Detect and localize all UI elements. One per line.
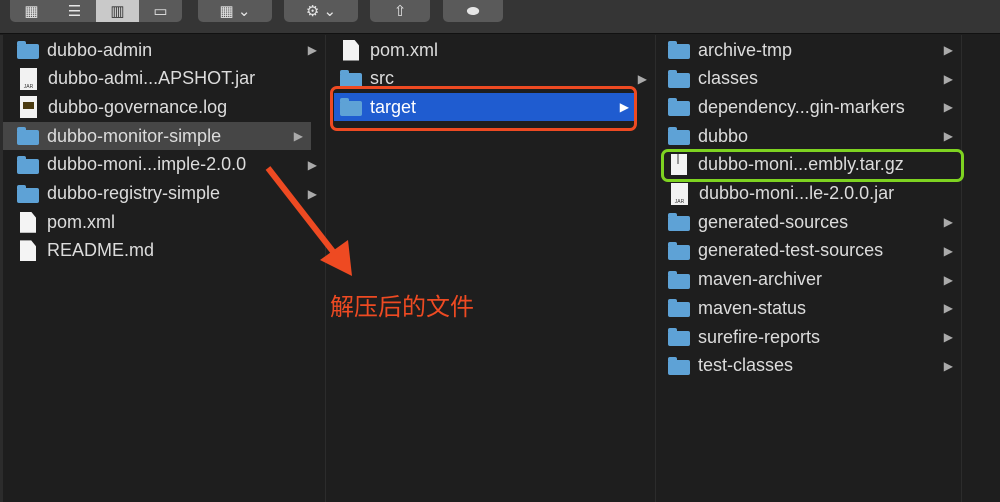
item-name: pom.xml — [47, 211, 116, 232]
list-item[interactable]: maven-status ▶ — [656, 294, 961, 322]
list-item[interactable]: classes ▶ — [656, 65, 961, 93]
list-item[interactable]: generated-sources ▶ — [656, 208, 961, 236]
list-item[interactable]: generated-test-sources ▶ — [656, 237, 961, 265]
list-item[interactable]: JAR dubbo-admi...APSHOT.jar — [3, 65, 325, 93]
share-icon: ⇧ — [393, 3, 407, 20]
item-name: classes — [698, 68, 759, 89]
disclosure-arrow-icon: ▶ — [293, 129, 303, 144]
disclosure-arrow-icon: ▶ — [943, 215, 953, 230]
folder-icon — [668, 356, 690, 375]
disclosure-arrow-icon: ▶ — [943, 243, 953, 258]
column-3: archive-tmp ▶ classes ▶ dependency...gin-mar… — [656, 35, 962, 502]
item-name: archive-tmp — [698, 39, 793, 60]
item-name: dubbo-moni...imple-2.0.0 — [47, 154, 247, 175]
item-name: maven-archiver — [698, 269, 823, 290]
list-item[interactable]: surefire-reports ▶ — [656, 323, 961, 351]
disclosure-arrow-icon: ▶ — [943, 71, 953, 86]
list-item[interactable]: dubbo ▶ — [656, 122, 961, 150]
disclosure-arrow-icon: ▶ — [943, 301, 953, 316]
disclosure-arrow-icon: ▶ — [943, 272, 953, 287]
item-name: README.md — [47, 240, 155, 261]
jar-file-icon: JAR — [671, 182, 688, 205]
item-name: test-classes — [698, 355, 794, 376]
disclosure-arrow-icon: ▶ — [943, 129, 953, 144]
item-name: dependency...gin-markers — [698, 96, 905, 117]
disclosure-arrow-icon: ▶ — [943, 358, 953, 373]
group-button[interactable]: ▦ ⌄ — [198, 0, 272, 22]
tag-button[interactable]: ⬬ — [443, 0, 503, 22]
folder-icon — [668, 299, 690, 318]
icon-view-icon[interactable]: ▦ — [10, 0, 53, 22]
share-button[interactable]: ⇧ — [370, 0, 430, 22]
list-item[interactable]: archive-tmp ▶ — [656, 36, 961, 64]
folder-icon — [17, 41, 39, 59]
folder-icon — [668, 69, 690, 88]
column-view-icon[interactable]: ▥ — [96, 0, 139, 22]
item-name: surefire-reports — [698, 326, 821, 347]
annotation-arrow — [265, 166, 352, 276]
disclosure-arrow-icon: ▶ — [637, 71, 647, 86]
item-name: pom.xml — [370, 39, 439, 60]
folder-icon — [668, 270, 690, 289]
gallery-view-icon[interactable]: ▭ — [139, 0, 182, 22]
item-name: dubbo-registry-simple — [47, 183, 221, 203]
item-name: dubbo-moni...le-2.0.0.jar — [699, 183, 895, 203]
folder-icon — [668, 328, 690, 346]
grid-icon: ▦ ⌄ — [219, 3, 251, 20]
item-name: dubbo-monitor-simple — [47, 125, 222, 146]
document-icon — [20, 211, 36, 233]
item-name: dubbo — [698, 125, 749, 146]
list-item[interactable]: dubbo-admin ▶ — [3, 36, 325, 64]
folder-icon — [668, 127, 690, 146]
jar-file-icon: JAR — [20, 67, 37, 90]
target-highlight-box — [330, 86, 637, 131]
tag-icon: ⬬ — [466, 2, 480, 20]
disclosure-arrow-icon: ▶ — [943, 100, 953, 115]
item-name: maven-status — [698, 297, 807, 318]
list-item[interactable]: JAR dubbo-moni...le-2.0.0.jar — [656, 180, 961, 208]
annotation-text: 解压后的文件 — [330, 294, 474, 321]
document-icon — [343, 39, 359, 61]
item-name: dubbo-admi...APSHOT.jar — [48, 68, 256, 89]
folder-icon — [668, 98, 690, 117]
item-name: generated-sources — [698, 211, 849, 232]
disclosure-arrow-icon: ▶ — [943, 43, 953, 57]
list-item[interactable]: dubbo-monitor-simple ▶ — [3, 122, 311, 151]
disclosure-arrow-icon: ▶ — [943, 330, 953, 344]
tar-gz-highlight-box — [661, 149, 964, 182]
list-item[interactable]: test-classes ▶ — [656, 352, 961, 380]
folder-icon — [668, 241, 690, 260]
list-item[interactable]: maven-archiver ▶ — [656, 266, 961, 294]
item-name: dubbo-admin — [47, 39, 153, 60]
folder-icon — [668, 213, 690, 232]
list-item[interactable]: dubbo-governance.log — [3, 93, 325, 121]
disclosure-arrow-icon: ▶ — [307, 43, 317, 57]
list-item[interactable]: dependency...gin-markers ▶ — [656, 93, 961, 121]
folder-icon — [17, 127, 39, 146]
log-file-icon — [20, 96, 37, 119]
folder-icon — [668, 41, 690, 59]
item-name: generated-test-sources — [698, 240, 884, 261]
document-icon — [20, 240, 36, 262]
toolbar: ▦ ☰ ▥ ▭ ▦ ⌄ ⚙ ⌄ ⇧ ⬬ — [0, 0, 1000, 34]
folder-icon — [17, 184, 39, 203]
view-mode-segmented-control[interactable]: ▦ ☰ ▥ ▭ — [10, 0, 182, 22]
gear-icon: ⚙ ⌄ — [305, 3, 337, 20]
list-item[interactable]: pom.xml — [326, 36, 655, 64]
folder-icon — [17, 155, 39, 174]
action-button[interactable]: ⚙ ⌄ — [284, 0, 358, 22]
list-view-icon[interactable]: ☰ — [53, 0, 96, 22]
item-name: dubbo-governance.log — [48, 96, 228, 117]
